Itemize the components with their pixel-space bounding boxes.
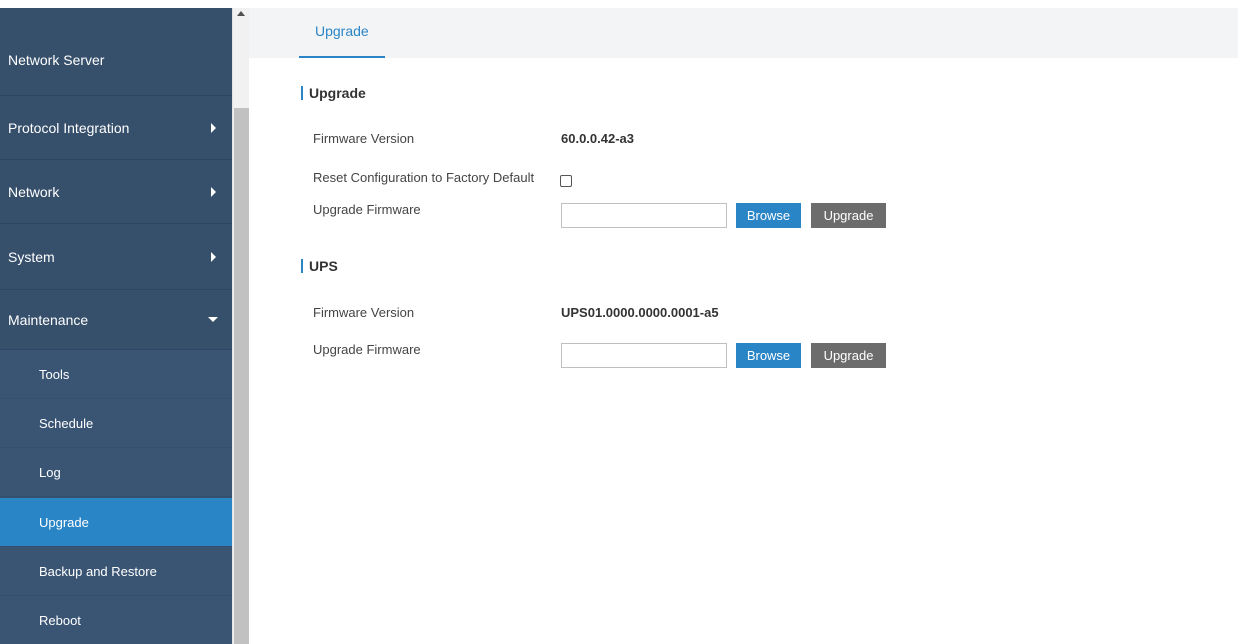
chevron-right-icon [211,251,216,262]
sidebar-subitem-label: Backup and Restore [39,563,157,579]
tab-bar: Upgrade [249,8,1238,58]
sidebar-item-label: Maintenance [8,311,89,328]
sidebar-subitem-backup-and-restore[interactable]: Backup and Restore [0,547,232,596]
firmware-file-input[interactable] [561,203,727,228]
scroll-up-arrow-icon[interactable] [237,11,245,16]
sidebar-item-network[interactable]: Network [0,160,232,224]
section-title-ups: UPS [301,259,338,273]
sidebar-subitem-label: Tools [39,366,70,382]
ups-upgrade-button[interactable]: Upgrade [811,343,886,368]
sidebar-subitem-label: Reboot [39,612,81,628]
browse-button[interactable]: Browse [736,203,801,228]
ups-upgrade-firmware-label: Upgrade Firmware [313,342,421,357]
sidebar-item-protocol-integration[interactable]: Protocol Integration [0,96,232,160]
firmware-version-label: Firmware Version [313,131,415,146]
sidebar-subitem-tools[interactable]: Tools [0,350,232,399]
sidebar-item-label: Protocol Integration [8,119,130,136]
main-content: Upgrade Upgrade Firmware Version 60.0.0.… [249,8,1238,644]
sidebar-subitem-log[interactable]: Log [0,448,232,497]
reset-config-checkbox[interactable] [560,175,572,187]
tab-upgrade[interactable]: Upgrade [299,8,385,58]
sidebar-item-maintenance[interactable]: Maintenance [0,290,232,350]
reset-config-label: Reset Configuration to Factory Default [313,170,535,185]
sidebar-subitem-upgrade[interactable]: Upgrade [0,498,232,547]
sidebar-subitem-label: Log [39,464,61,480]
scrollbar-thumb[interactable] [234,108,249,644]
firmware-version-value: 60.0.0.42-a3 [561,131,635,146]
section-title-upgrade: Upgrade [301,86,366,100]
ups-firmware-file-input[interactable] [561,343,727,368]
sidebar-subitem-label: Upgrade [39,514,89,530]
sidebar-item-label: Network [8,183,60,200]
sidebar-item-label: Network Server [8,51,105,68]
chevron-down-icon [208,317,218,322]
ups-firmware-version-label: Firmware Version [313,305,415,320]
ups-browse-button[interactable]: Browse [736,343,801,368]
sidebar-scrollbar[interactable] [232,8,249,644]
sidebar-item-system[interactable]: System [0,224,232,290]
ups-firmware-version-value: UPS01.0000.0000.0001-a5 [561,305,719,320]
chevron-right-icon [211,122,216,133]
sidebar-item-label: System [8,248,55,265]
sidebar: Network Server Protocol Integration Netw… [0,8,232,644]
sidebar-subitem-schedule[interactable]: Schedule [0,399,232,448]
sidebar-item-network-server[interactable]: Network Server [0,8,232,96]
sidebar-subitem-label: Schedule [39,415,94,431]
upgrade-button[interactable]: Upgrade [811,203,886,228]
sidebar-subitem-reboot[interactable]: Reboot [0,596,232,644]
chevron-right-icon [211,186,216,197]
upgrade-firmware-label: Upgrade Firmware [313,202,421,217]
